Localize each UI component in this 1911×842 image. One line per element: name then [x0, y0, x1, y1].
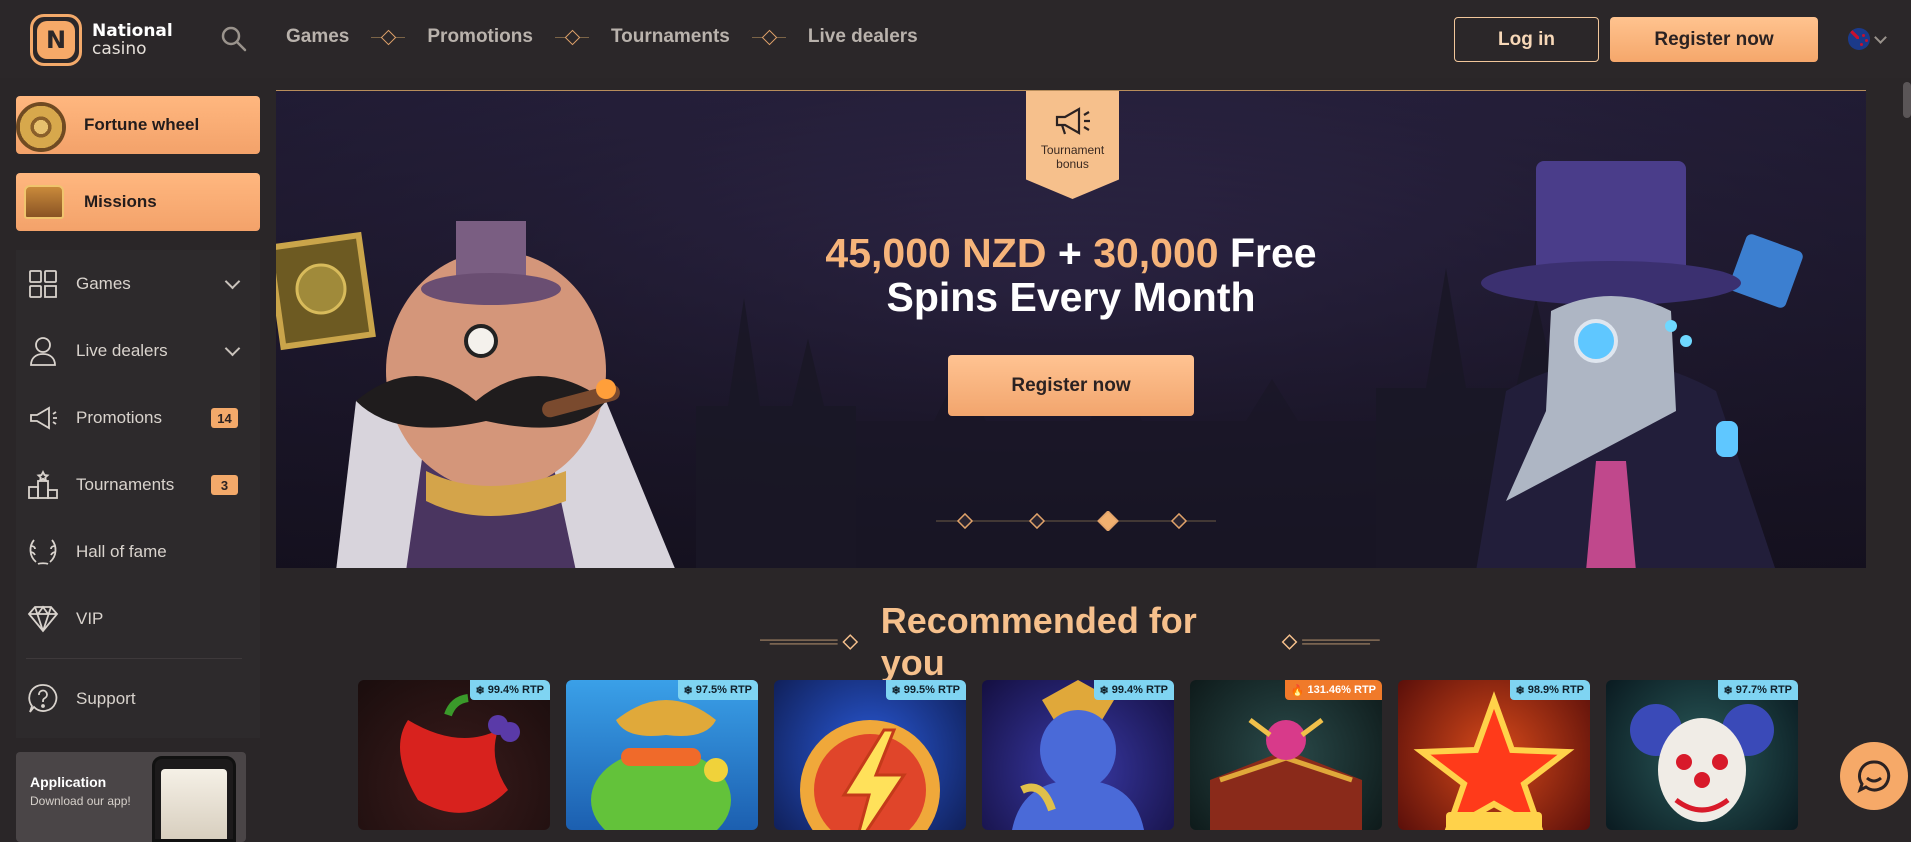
- fortune-wheel-label: Fortune wheel: [84, 115, 200, 134]
- game-tile[interactable]: ❄ 99.5% RTP: [774, 680, 966, 830]
- sidebar-item-tournaments[interactable]: Tournaments 3: [16, 451, 260, 518]
- carousel-dot: [1170, 512, 1188, 530]
- nz-flag-icon: [1848, 28, 1870, 50]
- chat-icon: [1857, 760, 1891, 793]
- brand-name: National: [92, 21, 173, 41]
- recommended-header: Recommended for you: [760, 600, 1381, 684]
- nav-promotions[interactable]: Promotions: [427, 26, 533, 48]
- chevron-down-icon: [224, 340, 241, 357]
- sidebar-item-games[interactable]: Games: [16, 250, 260, 317]
- register-button[interactable]: Register now: [1610, 17, 1818, 62]
- missions-label: Missions: [84, 192, 157, 211]
- chevron-down-icon: [1874, 30, 1887, 44]
- brand-sub: casino: [92, 39, 147, 59]
- game-tile[interactable]: ❄ 99.4% RTP: [358, 680, 550, 830]
- brand-logo[interactable]: N National casino: [30, 14, 173, 66]
- sidebar-item-support[interactable]: Support: [16, 665, 260, 732]
- rtp-badge: ❄ 97.7% RTP: [1717, 680, 1798, 700]
- treasure-chest-icon: [24, 185, 64, 219]
- nav-live-dealers[interactable]: Live dealers: [808, 26, 918, 48]
- flourish-right-icon: [1281, 634, 1381, 650]
- rtp-badge: ❄ 99.4% RTP: [1093, 680, 1174, 700]
- dealer-icon: [26, 334, 60, 368]
- promotions-count-badge: 14: [211, 408, 238, 428]
- rtp-badge: ❄ 99.4% RTP: [469, 680, 550, 700]
- laurel-icon: [26, 535, 60, 569]
- tournament-bonus-label: Tournament bonus: [1040, 143, 1105, 171]
- carousel-dot: [1028, 512, 1046, 530]
- sidebar-item-label: Tournaments: [76, 474, 175, 494]
- megaphone-icon: [1055, 107, 1090, 135]
- sidebar-item-promotions[interactable]: Promotions 14: [16, 384, 260, 451]
- recommended-title: Recommended for you: [880, 600, 1197, 683]
- game-tile[interactable]: 🔥 131.46% RTP: [1190, 680, 1382, 830]
- help-icon: [26, 682, 60, 716]
- rtp-badge: ❄ 97.5% RTP: [677, 680, 758, 700]
- game-tile[interactable]: ❄ 98.9% RTP: [1398, 680, 1590, 830]
- search-icon[interactable]: [220, 25, 248, 53]
- diamond-divider: [371, 30, 406, 44]
- clown-game-art: [1630, 704, 1774, 822]
- podium-icon: [26, 468, 60, 502]
- tournament-bonus-tag: Tournament bonus: [1026, 91, 1119, 199]
- megaphone-icon: [26, 401, 60, 435]
- main-nav: Games Promotions Tournaments Live dealer…: [286, 26, 918, 48]
- tournaments-count-badge: 3: [211, 475, 238, 495]
- game-tile[interactable]: ❄ 97.7% RTP: [1606, 680, 1798, 830]
- top-bar: N National casino Games Promotions Tourn…: [0, 0, 1911, 78]
- sidebar-item-vip[interactable]: VIP: [16, 585, 260, 652]
- plague-doctor-character-art: [1476, 161, 1803, 568]
- treasure-book-game-art: [1210, 718, 1362, 830]
- sidebar-item-label: Promotions: [76, 407, 162, 427]
- rtp-badge: 🔥 131.46% RTP: [1284, 680, 1382, 700]
- nav-games[interactable]: Games: [286, 26, 349, 48]
- sidebar-item-live-dealers[interactable]: Live dealers: [16, 317, 260, 384]
- puzzle-icon: [26, 267, 60, 301]
- sidebar: Fortune wheel Missions Games Live dealer…: [16, 96, 260, 842]
- nav-tournaments[interactable]: Tournaments: [611, 26, 730, 48]
- sidebar-item-label: Support: [76, 688, 136, 708]
- app-download-card[interactable]: Application Download our app!: [16, 752, 246, 842]
- carousel-dot-active: [1097, 511, 1119, 531]
- chevron-down-icon: [224, 273, 241, 290]
- sidebar-item-label: Hall of fame: [76, 541, 167, 561]
- sidebar-item-hall-of-fame[interactable]: Hall of fame: [16, 518, 260, 585]
- frog-game-art: [591, 700, 731, 830]
- login-button[interactable]: Log in: [1454, 17, 1599, 62]
- missions-card[interactable]: Missions: [16, 173, 260, 231]
- diamond-divider: [554, 30, 589, 44]
- game-tile[interactable]: ❄ 97.5% RTP: [566, 680, 758, 830]
- diamond-icon: [26, 602, 60, 636]
- diamond-divider: [751, 30, 786, 44]
- flourish-left-icon: [760, 634, 859, 650]
- logo-icon: N: [30, 14, 82, 66]
- language-selector[interactable]: [1848, 28, 1887, 50]
- carousel-dots[interactable]: [936, 511, 1216, 531]
- hero-register-button[interactable]: Register now: [948, 355, 1194, 416]
- game-tile[interactable]: ❄ 99.4% RTP: [982, 680, 1174, 830]
- lightning-game-art: [800, 720, 940, 830]
- carousel-dot: [956, 512, 974, 530]
- sidebar-menu: Games Live dealers Promotions 14 Tournam…: [16, 250, 260, 738]
- phone-image: [152, 756, 236, 842]
- rtp-badge: ❄ 99.5% RTP: [885, 680, 966, 700]
- sidebar-item-label: Games: [76, 273, 131, 293]
- rtp-badge: ❄ 98.9% RTP: [1509, 680, 1590, 700]
- live-chat-button[interactable]: [1840, 742, 1908, 810]
- star-game-art: [1413, 691, 1575, 830]
- fortune-wheel-icon: [16, 102, 66, 152]
- hero-banner: Tournament bonus 45,000 NZD + 30,000 Fre…: [276, 90, 1866, 568]
- recommended-games-row: ❄ 99.4% RTP ❄ 97.5% RTP ❄ 99.5% RTP ❄ 99…: [358, 680, 1798, 830]
- page-scrollbar[interactable]: [1903, 82, 1911, 118]
- sidebar-item-label: Live dealers: [76, 340, 168, 360]
- sidebar-item-label: VIP: [76, 608, 104, 628]
- sidebar-divider: [26, 658, 242, 659]
- fortune-wheel-card[interactable]: Fortune wheel: [16, 96, 260, 154]
- hero-title: 45,000 NZD + 30,000 Free Spins Every Mon…: [825, 230, 1317, 320]
- genie-game-art: [1012, 680, 1144, 830]
- chili-game-art: [400, 694, 520, 813]
